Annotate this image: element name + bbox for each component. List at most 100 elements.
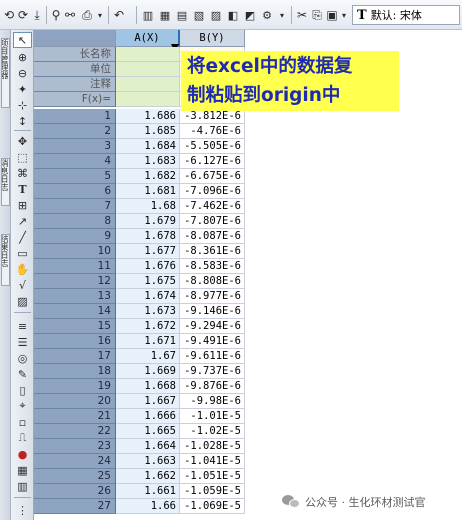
cell-b[interactable]: -5.505E-6: [180, 139, 245, 154]
sort-icon[interactable]: ◩: [242, 6, 258, 24]
font-selector[interactable]: T 默认: 宋体: [352, 5, 460, 25]
row-header[interactable]: 15: [34, 319, 116, 334]
chart-icon[interactable]: ◧: [225, 6, 241, 24]
meta-row-header[interactable]: 注释: [34, 77, 116, 92]
cell-b[interactable]: -8.583E-6: [180, 259, 245, 274]
erase-icon[interactable]: ▫: [13, 414, 32, 430]
cell-b[interactable]: -7.462E-6: [180, 199, 245, 214]
cell-b[interactable]: -1.041E-5: [180, 454, 245, 469]
frame-icon[interactable]: ▯: [13, 382, 32, 398]
cell-b[interactable]: -9.146E-6: [180, 304, 245, 319]
graph-icon[interactable]: ▨: [13, 293, 32, 309]
cell-a[interactable]: 1.68: [116, 199, 180, 214]
cell-b[interactable]: -8.361E-6: [180, 244, 245, 259]
cell-b[interactable]: -8.977E-6: [180, 289, 245, 304]
cell-a[interactable]: 1.685: [116, 124, 180, 139]
corner-header[interactable]: [34, 30, 116, 47]
row-header[interactable]: 12: [34, 274, 116, 289]
meta-row-header[interactable]: F(x)=: [34, 92, 116, 107]
arrow-icon[interactable]: ↗: [13, 213, 32, 229]
mask-icon[interactable]: ⌘: [13, 165, 32, 181]
zoom-out-icon[interactable]: ⚯: [63, 6, 77, 24]
cell-a[interactable]: 1.667: [116, 394, 180, 409]
cell-b[interactable]: -9.98E-6: [180, 394, 245, 409]
redo-icon[interactable]: ⟳: [16, 6, 30, 24]
cell-a[interactable]: 1.673: [116, 304, 180, 319]
cell-a[interactable]: 1.668: [116, 379, 180, 394]
hand-icon[interactable]: ✋: [13, 261, 32, 277]
cell-a[interactable]: 1.678: [116, 229, 180, 244]
row-header[interactable]: 23: [34, 439, 116, 454]
row-header[interactable]: 27: [34, 499, 116, 514]
meta-row-header[interactable]: 单位: [34, 62, 116, 77]
calculate-icon[interactable]: ▧: [191, 6, 207, 24]
row-header[interactable]: 2: [34, 124, 116, 139]
cell-b[interactable]: -9.491E-6: [180, 334, 245, 349]
column-add-icon[interactable]: ▥: [140, 6, 156, 24]
cell-a[interactable]: 1.676: [116, 259, 180, 274]
row-header[interactable]: 4: [34, 154, 116, 169]
cell-a[interactable]: 1.664: [116, 439, 180, 454]
row-header[interactable]: 19: [34, 379, 116, 394]
cut-icon[interactable]: ✂: [295, 6, 309, 24]
zoom-out-icon[interactable]: ⊖: [13, 65, 32, 81]
line-icon[interactable]: ╱: [13, 229, 32, 245]
settings-icon[interactable]: ⚙: [259, 6, 275, 24]
results-log-tab[interactable]: 结果日志: [1, 234, 10, 286]
row-header[interactable]: 26: [34, 484, 116, 499]
row-header[interactable]: 11: [34, 259, 116, 274]
row-header[interactable]: 8: [34, 214, 116, 229]
statistics-icon[interactable]: ▦: [157, 6, 173, 24]
row-header[interactable]: 7: [34, 199, 116, 214]
pointer-icon[interactable]: ↖: [13, 32, 32, 48]
row-header[interactable]: 5: [34, 169, 116, 184]
cell-b[interactable]: -9.737E-6: [180, 364, 245, 379]
zoom-in-icon[interactable]: ⊕: [13, 49, 32, 65]
row-header[interactable]: 21: [34, 409, 116, 424]
annotate-icon[interactable]: ≡: [13, 318, 32, 334]
row-header[interactable]: 14: [34, 304, 116, 319]
cell-b[interactable]: -4.76E-6: [180, 124, 245, 139]
undo-icon[interactable]: ⟲: [2, 6, 16, 24]
cell-b[interactable]: -3.812E-6: [180, 109, 245, 124]
cell-b[interactable]: -7.096E-6: [180, 184, 245, 199]
cell-a[interactable]: 1.671: [116, 334, 180, 349]
row-header[interactable]: 25: [34, 469, 116, 484]
cell-a[interactable]: 1.662: [116, 469, 180, 484]
column-header-a[interactable]: A(X): [116, 30, 180, 47]
cell-a[interactable]: 1.683: [116, 154, 180, 169]
cell-b[interactable]: -7.807E-6: [180, 214, 245, 229]
meta-cell-a[interactable]: [116, 47, 180, 62]
bookmark-icon[interactable]: ⎍: [13, 430, 32, 446]
dropdown-arrow-icon[interactable]: ▾: [276, 6, 288, 24]
row-header[interactable]: 17: [34, 349, 116, 364]
row-header[interactable]: 1: [34, 109, 116, 124]
cell-b[interactable]: -9.294E-6: [180, 319, 245, 334]
text-icon[interactable]: T: [13, 181, 32, 197]
row-header[interactable]: 18: [34, 364, 116, 379]
cell-b[interactable]: -8.087E-6: [180, 229, 245, 244]
cell-b[interactable]: -6.675E-6: [180, 169, 245, 184]
dropdown-arrow-icon[interactable]: ▾: [339, 6, 349, 24]
rect-icon[interactable]: ▭: [13, 245, 32, 261]
cell-a[interactable]: 1.67: [116, 349, 180, 364]
cell-a[interactable]: 1.677: [116, 244, 180, 259]
meta-cell-a[interactable]: [116, 62, 180, 77]
project-explorer-tab[interactable]: 项目管理器: [1, 38, 10, 108]
cell-b[interactable]: -9.876E-6: [180, 379, 245, 394]
cell-a[interactable]: 1.665: [116, 424, 180, 439]
move-icon[interactable]: ✥: [13, 133, 32, 149]
cell-a[interactable]: 1.661: [116, 484, 180, 499]
cell-b[interactable]: -6.127E-6: [180, 154, 245, 169]
meta-cell-a[interactable]: [116, 92, 180, 107]
formula-icon[interactable]: √: [13, 277, 32, 293]
plot-sep-icon[interactable]: ⋮: [13, 502, 32, 518]
cell-b[interactable]: -1.02E-5: [180, 424, 245, 439]
plot-icon[interactable]: ▨: [208, 6, 224, 24]
cell-b[interactable]: -1.069E-5: [180, 499, 245, 514]
meta-cell-a[interactable]: [116, 77, 180, 92]
cell-a[interactable]: 1.684: [116, 139, 180, 154]
target-icon[interactable]: ◎: [13, 350, 32, 366]
meta-row-header[interactable]: 长名称: [34, 47, 116, 62]
copy-icon[interactable]: ⎘: [310, 6, 324, 24]
